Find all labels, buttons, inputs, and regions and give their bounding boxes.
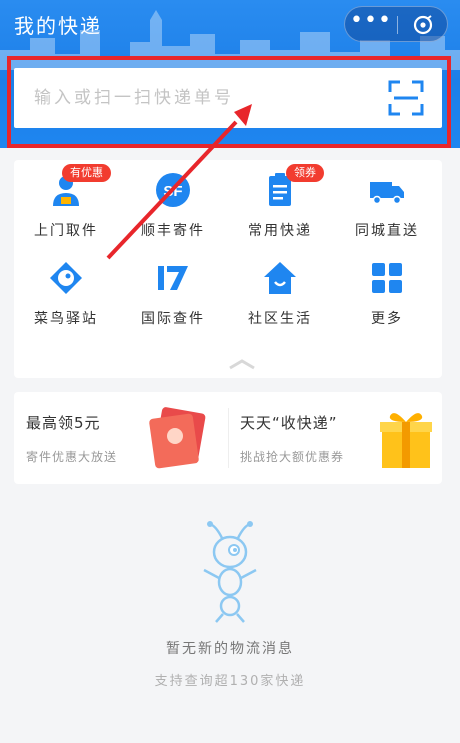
promo-subtitle: 挑战抢大额优惠券 [240,450,345,464]
chevron-up-icon[interactable] [228,358,256,370]
service-more[interactable]: 更多 [335,248,439,328]
services-grid: 有优惠 上门取件 SF 顺丰寄件 领券 常用快递 同城直送 菜鸟驿站 国际查件 … [14,160,442,378]
empty-state: 暂无新的物流消息 支持查询超130家快递 [0,520,460,720]
service-label: 同城直送 [355,223,419,239]
service-label: 顺丰寄件 [141,223,205,239]
coupon-badge: 领券 [286,164,324,182]
promo-daily-collect[interactable]: 天天“收快递” 挑战抢大额优惠券 [228,392,442,484]
service-community[interactable]: 社区生活 [228,248,332,328]
service-label: 菜鸟驿站 [34,311,98,327]
page-title: 我的快递 [14,14,102,38]
ant-mascot-icon [203,521,257,623]
promo-banner: 最高领5元 寄件优惠大放送 天天“收快递” 挑战抢大额优惠券 [14,392,442,484]
service-cainiao-station[interactable]: 菜鸟驿站 [14,248,118,328]
grid-more-icon [372,263,402,293]
service-label: 更多 [371,311,403,327]
service-pickup[interactable]: 有优惠 上门取件 [14,160,118,240]
sf-express-icon: SF [156,173,190,207]
empty-message: 暂无新的物流消息 [166,641,294,657]
red-envelope-icon [149,407,206,469]
promo-title: 最高领5元 [26,414,101,432]
service-same-city[interactable]: 同城直送 [335,160,439,240]
more-options-button[interactable]: ••• [345,7,397,43]
seventeen-track-icon [158,266,188,290]
tracking-search-bar [14,68,442,128]
community-house-icon [264,262,296,294]
service-international[interactable]: 国际查件 [121,248,225,328]
service-sf-express[interactable]: SF 顺丰寄件 [121,160,225,240]
delivery-truck-icon [370,182,404,205]
empty-hint: 支持查询超130家快递 [154,674,306,689]
service-label: 常用快递 [248,223,312,239]
promo-red-envelope[interactable]: 最高领5元 寄件优惠大放送 [14,392,228,484]
promo-badge: 有优惠 [62,164,111,182]
service-common-express[interactable]: 领券 常用快递 [228,160,332,240]
cainiao-bird-icon [50,262,82,294]
close-icon[interactable] [405,13,441,37]
svg-text:SF: SF [163,183,182,200]
promo-subtitle: 寄件优惠大放送 [26,450,118,464]
capsule-divider [397,16,398,34]
mini-program-capsule: ••• [344,6,448,42]
service-label: 国际查件 [141,311,205,327]
service-label: 上门取件 [34,223,98,239]
scan-icon[interactable] [386,78,426,118]
service-label: 社区生活 [248,311,312,327]
tracking-number-input[interactable] [34,82,374,114]
gift-box-icon [380,413,432,468]
promo-title: 天天“收快递” [240,414,338,432]
